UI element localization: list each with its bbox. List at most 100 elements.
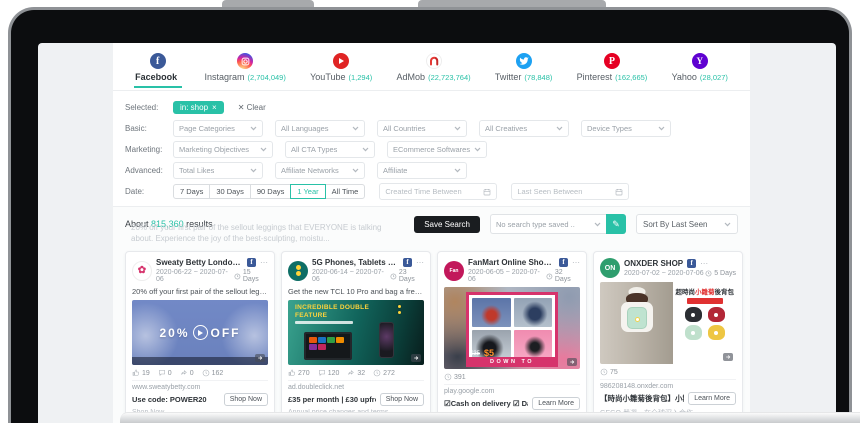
dropdown-page-categories[interactable]: Page Categories xyxy=(173,120,263,137)
clear-filters-button[interactable]: ✕ Clear xyxy=(238,103,266,112)
advertiser-name[interactable]: Sweaty Betty London | Wom... xyxy=(156,258,243,267)
expand-icon[interactable] xyxy=(567,358,577,366)
chevron-down-icon xyxy=(454,168,461,173)
expand-icon[interactable] xyxy=(723,353,733,361)
card-menu-button[interactable]: ⋯ xyxy=(700,259,708,268)
sort-dropdown[interactable]: Sort By Last Seen xyxy=(636,214,738,234)
dropdown-ecommerce-softwares[interactable]: ECommerce Softwares xyxy=(387,141,487,158)
yahoo-glyph: Y xyxy=(696,56,703,66)
dropdown-affiliate[interactable]: Affiliate xyxy=(377,162,467,179)
comment-icon xyxy=(158,369,166,377)
ad-cta-text: ☑Cash on delivery ☑ Days fr... xyxy=(444,399,528,408)
ad-date-range: 2020-06-14 ~ 2020-07-06 xyxy=(312,269,390,283)
date-segmented-control: 7 Days 30 Days 90 Days 1 Year All Time xyxy=(173,184,365,199)
ad-description: Get the new TCL 10 Pro and bag a free TC… xyxy=(288,287,424,296)
learn-more-button[interactable]: Learn More xyxy=(688,392,736,405)
segment-1-year[interactable]: 1 Year xyxy=(290,184,325,199)
tab-facebook[interactable]: f Facebook xyxy=(133,48,182,87)
advertiser-avatar[interactable]: Fan xyxy=(444,261,464,281)
chevron-down-icon xyxy=(352,168,359,173)
facebook-glyph: f xyxy=(156,56,159,67)
advertiser-avatar[interactable]: ✿ xyxy=(132,261,152,281)
saved-search-dropdown[interactable]: No search type saved .. xyxy=(490,214,606,234)
ad-duration: 15 Days xyxy=(243,269,268,283)
segment-90-days[interactable]: 90 Days xyxy=(250,184,292,199)
tab-instagram[interactable]: Instagram(2,704,049) xyxy=(202,48,287,87)
ad-stats: 19 0 0 162 xyxy=(132,369,268,377)
expand-icon[interactable] xyxy=(411,354,421,362)
dropdown-all-cta-types[interactable]: All CTA Types xyxy=(285,141,375,158)
advertiser-name[interactable]: FanMart Online Shopping - F... xyxy=(468,258,555,267)
media-text: INCREDIBLE DOUBLE FEATURE xyxy=(295,304,377,319)
dropdown-all-countries[interactable]: All Countries xyxy=(377,120,467,137)
tab-pinterest[interactable]: P Pinterest(162,665) xyxy=(575,48,650,87)
advertiser-name[interactable]: ONXDER SHOP xyxy=(624,259,683,268)
segment-7-days[interactable]: 7 Days xyxy=(173,184,210,199)
tab-yahoo[interactable]: Y Yahoo(28,027) xyxy=(670,48,730,87)
ad-card-onxder: ON ONXDER SHOP f ⋯ 2020-07-02 ~ 2020-07-… xyxy=(593,251,743,423)
pencil-icon: ✎ xyxy=(612,219,620,230)
save-search-button[interactable]: Save Search xyxy=(414,216,480,233)
ad-media[interactable]: INCREDIBLE DOUBLE FEATURE xyxy=(288,300,424,365)
advertiser-avatar[interactable]: ON xyxy=(600,258,620,278)
card-menu-button[interactable]: ⋯ xyxy=(416,258,424,267)
ad-media[interactable]: 超時尚小雛菊後背包 xyxy=(600,282,736,364)
product-panel: 超時尚小雛菊後背包 xyxy=(673,282,736,364)
dropdown-all-creatives[interactable]: All Creatives xyxy=(479,120,569,137)
dropdown-device-types[interactable]: Device Types xyxy=(581,120,671,137)
dropdown-total-likes[interactable]: Total Likes xyxy=(173,162,263,179)
clock-icon xyxy=(234,273,241,280)
selected-chip-in-shop[interactable]: in: shop × xyxy=(173,101,224,114)
ad-card-sweaty-betty: ✿ Sweaty Betty London | Wom... f ⋯ 2020-… xyxy=(125,251,275,423)
ad-cta-text: £35 per month | £30 upfront | ... xyxy=(288,395,376,404)
clock-icon xyxy=(444,373,452,381)
chip-remove-icon[interactable]: × xyxy=(212,103,217,112)
chevron-down-icon xyxy=(474,147,481,152)
tab-youtube[interactable]: YouTube(1,294) xyxy=(308,48,374,87)
learn-more-button[interactable]: Learn More xyxy=(532,397,580,410)
segment-30-days[interactable]: 30 Days xyxy=(209,184,251,199)
shop-now-button[interactable]: Shop Now xyxy=(224,393,268,406)
laptop-base xyxy=(120,412,860,423)
dropdown-all-languages[interactable]: All Languages xyxy=(275,120,365,137)
clock-icon xyxy=(546,273,553,280)
tab-twitter[interactable]: Twitter(78,848) xyxy=(493,48,554,87)
tab-admob[interactable]: AdMob(22,723,764) xyxy=(395,48,473,87)
tab-label: Pinterest xyxy=(577,72,613,82)
marketing-label: Marketing: xyxy=(125,145,173,154)
media-text: DOWN TO xyxy=(466,357,558,367)
advertiser-avatar[interactable] xyxy=(288,261,308,281)
tab-label: YouTube xyxy=(310,72,345,82)
facebook-icon: f xyxy=(150,53,166,69)
shop-now-button[interactable]: Shop Now xyxy=(380,393,424,406)
card-menu-button[interactable]: ⋯ xyxy=(572,258,580,267)
ad-media[interactable]: 20% OFF xyxy=(132,300,268,365)
dropdown-marketing-objectives[interactable]: Marketing Objectives xyxy=(173,141,273,158)
advertiser-name[interactable]: 5G Phones, Tablets & SIMs | ... xyxy=(312,258,399,267)
clock-icon xyxy=(705,270,712,277)
expand-icon[interactable] xyxy=(255,354,265,362)
clock-icon xyxy=(390,273,397,280)
chip-label: in: shop xyxy=(180,103,208,112)
tab-count: (28,027) xyxy=(700,73,728,82)
ad-stats: 75 xyxy=(600,368,736,376)
created-time-between-input[interactable]: Created Time Between xyxy=(379,183,497,200)
share-icon xyxy=(347,369,355,377)
chevron-down-icon xyxy=(454,126,461,131)
model-photo xyxy=(600,282,673,364)
ad-domain: 986208148.onxder.com xyxy=(600,379,736,390)
youtube-icon xyxy=(333,53,349,69)
play-icon[interactable] xyxy=(193,325,208,340)
yahoo-icon: Y xyxy=(692,53,708,69)
last-seen-between-input[interactable]: Last Seen Between xyxy=(511,183,629,200)
tab-label: Yahoo xyxy=(672,72,697,82)
segment-all-time[interactable]: All Time xyxy=(325,184,366,199)
ad-stats: 270 120 32 272 xyxy=(288,369,424,377)
dropdown-affiliate-networks[interactable]: Affiliate Networks xyxy=(275,162,365,179)
ad-media[interactable]: $35 $5 DOWN TO xyxy=(444,287,580,369)
card-menu-button[interactable]: ⋯ xyxy=(260,258,268,267)
edit-saved-search-button[interactable]: ✎ xyxy=(606,214,626,234)
like-icon xyxy=(288,369,296,377)
phone-graphic xyxy=(379,322,394,358)
twitter-icon xyxy=(516,53,532,69)
